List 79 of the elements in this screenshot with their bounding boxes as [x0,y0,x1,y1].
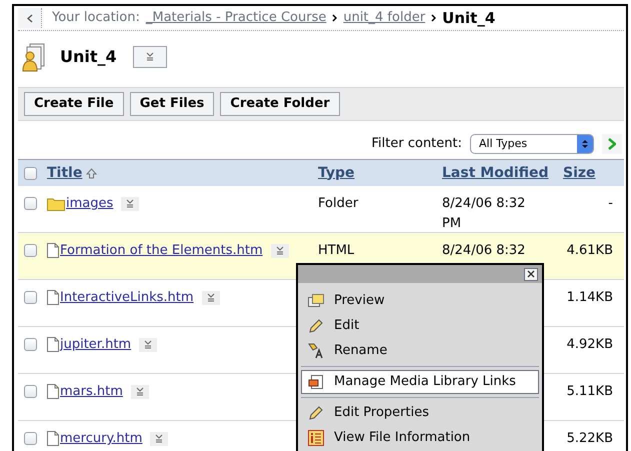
breadcrumb-link[interactable]: _Materials - Practice Course [146,8,326,28]
menu-arrow-icon [206,292,216,303]
back-button[interactable] [18,8,42,28]
menu-item[interactable]: Rename [301,339,539,363]
row-menu-button[interactable] [121,196,140,211]
size-cell: 5.11KB [566,384,613,399]
folder-title: Unit_4 [60,46,117,68]
folder-icon [47,196,65,211]
menu-button[interactable] [132,46,167,68]
file-link[interactable]: InteractiveLinks.htm [60,288,194,308]
windows-icon [308,294,324,308]
row-menu-button[interactable] [270,244,289,258]
menu-arrow-icon [143,340,154,350]
column-header[interactable]: Title [47,162,82,184]
checkbox[interactable] [24,338,37,352]
checkbox[interactable] [24,197,37,210]
checkbox[interactable] [24,432,37,446]
size-cell: 4.92KB [566,337,613,352]
document-icon [47,290,59,306]
modified-cell-text: 8/24/06 8:32 PM [442,195,526,232]
size-cell: 1.14KB [566,290,613,305]
location-label: Your location: [52,9,140,28]
menu-arrow-icon [125,198,136,209]
sort-arrow-icon [86,168,98,178]
row-menu-button[interactable] [202,290,220,305]
size-cell: - [608,196,613,211]
folder-user-icon [20,42,46,72]
breadcrumb-link[interactable]: unit_4 folder [343,8,426,28]
chevron-right-icon [431,14,436,22]
file-link[interactable]: Formation of the Elements.htm [60,241,263,260]
menu-arrow-icon [134,386,145,397]
file-link[interactable]: mercury.htm [60,429,142,448]
column-header[interactable]: Last Modified [442,162,549,184]
menu-item[interactable]: Edit [301,314,539,338]
checkbox[interactable] [24,291,37,304]
pencil-icon [308,318,324,334]
dropdown-stepper-icon [577,135,593,153]
type-cell: HTML [318,243,354,258]
filter-label: Filter content: [372,135,462,154]
chevron-right-icon [332,14,338,22]
menu-arrow-icon [274,246,285,256]
info-icon [308,430,324,446]
filter-dropdown[interactable]: All Types [470,134,594,154]
go-button[interactable] [602,134,622,154]
menu-item[interactable]: Manage Media Library Links [301,370,539,394]
breadcrumb-current: Unit_4 [442,8,496,29]
menu-arrow-icon [154,434,164,444]
dropdown-value: All Types [479,136,528,152]
checkbox[interactable] [24,166,37,180]
row-menu-button[interactable] [150,432,168,446]
checkbox[interactable] [24,244,37,258]
close-button[interactable] [524,268,538,280]
row-menu-button[interactable] [139,338,158,352]
document-icon [47,384,59,400]
size-cell: 4.61KB [566,243,613,258]
file-link[interactable]: mars.htm [60,382,123,402]
document-icon [47,243,59,258]
document-icon [47,431,59,446]
checkbox[interactable] [24,385,37,398]
chevron-left-icon [26,14,32,22]
column-header[interactable]: Type [318,162,355,184]
toolbar-button[interactable]: Create Folder [220,92,340,116]
size-cell: 5.22KB [566,431,613,446]
rename-icon [308,343,324,359]
menu-arrow-icon [144,52,155,62]
file-link[interactable]: images [66,194,114,214]
toolbar-button[interactable]: Get Files [130,92,214,116]
document-icon [47,337,59,352]
menu-item[interactable]: Preview [301,289,539,313]
close-icon [527,270,535,278]
row-menu-button[interactable] [130,384,149,399]
column-header[interactable]: Size [563,162,596,184]
toolbar-button[interactable]: Create File [24,92,124,116]
menu-item[interactable]: Edit Properties [301,401,539,425]
type-cell: Folder [318,196,358,211]
menu-item[interactable]: View File Information [301,426,539,450]
file-link[interactable]: jupiter.htm [60,335,132,354]
media-document-icon [308,374,324,390]
modified-cell-text: 8/24/06 8:32 [442,242,526,260]
